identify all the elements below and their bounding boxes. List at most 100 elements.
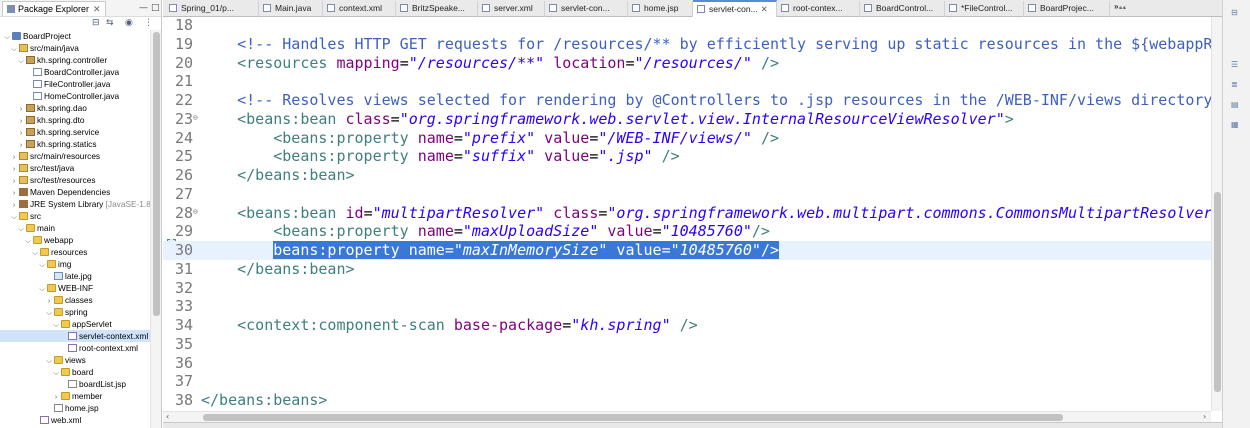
task-list-icon[interactable]: ≣ xyxy=(1231,80,1242,89)
code-line[interactable]: 19 <!-- Handles HTTP GET requests for /r… xyxy=(163,35,1211,54)
tree-item-label: webapp xyxy=(44,235,74,245)
folder-icon xyxy=(54,296,63,304)
code-line[interactable]: 30 beans:property name="maxInMemorySize"… xyxy=(163,241,1211,260)
editor-tab[interactable]: servlet-con... xyxy=(545,1,628,17)
restore-icon[interactable]: ⊟ xyxy=(1231,8,1242,17)
editor-horizontal-scrollbar-thumb[interactable] xyxy=(203,414,1063,421)
link-with-editor-icon[interactable]: ⇆ xyxy=(106,18,114,28)
code-line[interactable]: 23 ⊖ <beans:bean class="org.springframewo… xyxy=(163,110,1211,129)
editor-tab[interactable]: servlet-con... ✕ xyxy=(693,0,777,17)
maximize-icon[interactable]: □ xyxy=(151,3,160,13)
editor-tab[interactable]: server.xml xyxy=(478,1,545,17)
scroll-right-icon[interactable]: › xyxy=(1203,412,1206,422)
code-line[interactable]: 25 <beans:property name="suffix" value="… xyxy=(163,147,1211,166)
editor-horizontal-scrollbar[interactable]: ‹ › xyxy=(163,411,1211,422)
explorer-scrollbar[interactable] xyxy=(150,30,161,428)
tree-item[interactable]: BoardController.java xyxy=(0,66,119,78)
tree-item[interactable]: ⌵ webapp xyxy=(0,234,73,246)
code-line[interactable]: 37 xyxy=(163,372,1211,391)
tree-item[interactable]: root-context.xml xyxy=(0,342,138,354)
tree-item[interactable]: ⌵ board xyxy=(0,366,93,378)
tree-item-label: src/test/resources xyxy=(30,175,96,185)
editor-tab[interactable]: BoardProjec... xyxy=(1024,1,1110,17)
tree-item[interactable]: ⌵ appServlet xyxy=(0,318,111,330)
editor-tab[interactable]: *FileControl... xyxy=(945,1,1024,17)
tree-item[interactable]: ⌵ src xyxy=(0,210,41,222)
code-line[interactable]: 26 </beans:bean> xyxy=(163,166,1211,185)
code-line[interactable]: 21 xyxy=(163,72,1211,91)
tree-item[interactable]: ⌵ spring xyxy=(0,306,87,318)
editor-tab[interactable]: Main.java xyxy=(259,1,323,17)
tree-item[interactable]: ⌵ WEB-INF xyxy=(0,282,93,294)
package-explorer-tab[interactable]: Package Explorer ✕ xyxy=(2,1,106,16)
tree-item[interactable]: ⌵ src/main/java xyxy=(0,42,79,54)
explorer-scrollbar-thumb[interactable] xyxy=(153,32,160,316)
servers-view-icon[interactable]: ▤ xyxy=(1231,100,1242,109)
code-line[interactable]: 18 xyxy=(163,17,1211,35)
code-line[interactable]: 38 </beans:beans> xyxy=(163,391,1211,410)
minimize-icon[interactable]: — xyxy=(139,3,148,13)
close-icon[interactable]: ✕ xyxy=(93,4,101,14)
code-line[interactable]: 33 xyxy=(163,297,1211,316)
tree-item[interactable]: ⌵ kh.spring.controller xyxy=(0,54,107,66)
tree-item[interactable]: ⌵ main xyxy=(0,222,55,234)
selected-text[interactable]: beans:property name="maxInMemorySize" va… xyxy=(273,241,779,259)
scroll-left-icon[interactable]: ‹ xyxy=(166,412,169,422)
tree-item[interactable]: › classes xyxy=(0,294,93,306)
editor-vertical-scrollbar[interactable] xyxy=(1211,17,1222,411)
code-editor[interactable]: 18 19 <!-- Handles HTTP GET requests for … xyxy=(163,17,1211,411)
tree-item[interactable]: ⌵ resources xyxy=(0,246,87,258)
focus-icon[interactable]: ◉ xyxy=(125,18,133,28)
tree-item[interactable]: FileController.java xyxy=(0,78,110,90)
code-line[interactable]: 20 <resources mapping="/resources/**" lo… xyxy=(163,54,1211,73)
close-tab-icon[interactable]: ✕ xyxy=(761,4,768,14)
outline-view-icon[interactable]: ☰ xyxy=(1231,60,1242,69)
code-line[interactable]: 35 xyxy=(163,335,1211,354)
code-line[interactable]: 36 xyxy=(163,354,1211,373)
tree-item[interactable]: boardList.jsp xyxy=(0,378,126,390)
tree-item[interactable]: servlet-context.xml xyxy=(0,330,150,342)
tree-item[interactable]: › src/test/java xyxy=(0,162,74,174)
file-icon xyxy=(632,4,640,12)
tree-item[interactable]: › member xyxy=(0,390,103,402)
tree-item[interactable]: late.jpg xyxy=(0,270,92,282)
tree-item[interactable]: › Maven Dependencies xyxy=(0,186,110,198)
code-line[interactable]: 29 <beans:property name="maxUploadSize" … xyxy=(163,222,1211,241)
tree-item[interactable]: › kh.spring.service xyxy=(0,126,99,138)
tree-item[interactable]: › kh.spring.statics xyxy=(0,138,97,150)
tab-overflow-button[interactable]: »₄₄ xyxy=(1114,2,1126,11)
collapse-all-icon[interactable]: ⊟ xyxy=(92,18,100,28)
editor-tab[interactable]: Spring_01/p... xyxy=(165,1,259,17)
code-line[interactable]: 22 <!-- Resolves views selected for rend… xyxy=(163,91,1211,110)
tree-item[interactable]: › kh.spring.dao xyxy=(0,102,87,114)
tree-item[interactable]: HomeController.java xyxy=(0,90,119,102)
tree-item[interactable]: ⌵ BoardProject xyxy=(0,30,71,42)
tree-item[interactable]: › src/test/resources xyxy=(0,174,96,186)
fold-toggle-icon[interactable]: ⊖ xyxy=(193,110,200,126)
line-number: 34 xyxy=(174,316,193,334)
tree-item[interactable]: › JRE System Library [JavaSE-1.8] xyxy=(0,198,153,210)
tree-item[interactable]: › kh.spring.dto xyxy=(0,114,85,126)
tree-item[interactable]: ⌵ img xyxy=(0,258,71,270)
code-line[interactable]: 27 xyxy=(163,185,1211,204)
fold-toggle-icon[interactable]: ⊖ xyxy=(193,204,200,220)
view-menu-icon[interactable]: ⋮ xyxy=(144,18,153,28)
tree-item[interactable]: ⌵ views xyxy=(0,354,85,366)
editor-tab[interactable]: root-contex... xyxy=(777,1,860,17)
editor-vertical-scrollbar-thumb[interactable] xyxy=(1214,192,1221,392)
tree-item[interactable]: home.jsp xyxy=(0,402,99,414)
editor-tab[interactable]: BritzSpeake... xyxy=(396,1,478,17)
tree-item[interactable]: › src/main/resources xyxy=(0,150,100,162)
code-line[interactable]: 24 <beans:property name="prefix" value="… xyxy=(163,129,1211,148)
code-line[interactable]: 28 ⊖ <beans:bean id="multipartResolver" c… xyxy=(163,204,1211,223)
code-line[interactable]: 31 </beans:bean> xyxy=(163,260,1211,279)
xml-file-icon xyxy=(40,416,49,424)
editor-tab-label: Spring_01/p... xyxy=(181,3,234,13)
editor-tab[interactable]: BoardControl... xyxy=(860,1,945,17)
code-line[interactable]: 34 <context:component-scan base-package=… xyxy=(163,316,1211,335)
editor-tab[interactable]: home.jsp xyxy=(628,1,693,17)
tree-item[interactable]: web.xml xyxy=(0,414,81,426)
editor-tab[interactable]: context.xml xyxy=(323,1,396,17)
code-line[interactable]: 32 xyxy=(163,279,1211,298)
console-view-icon[interactable]: ▦ xyxy=(1231,120,1242,129)
